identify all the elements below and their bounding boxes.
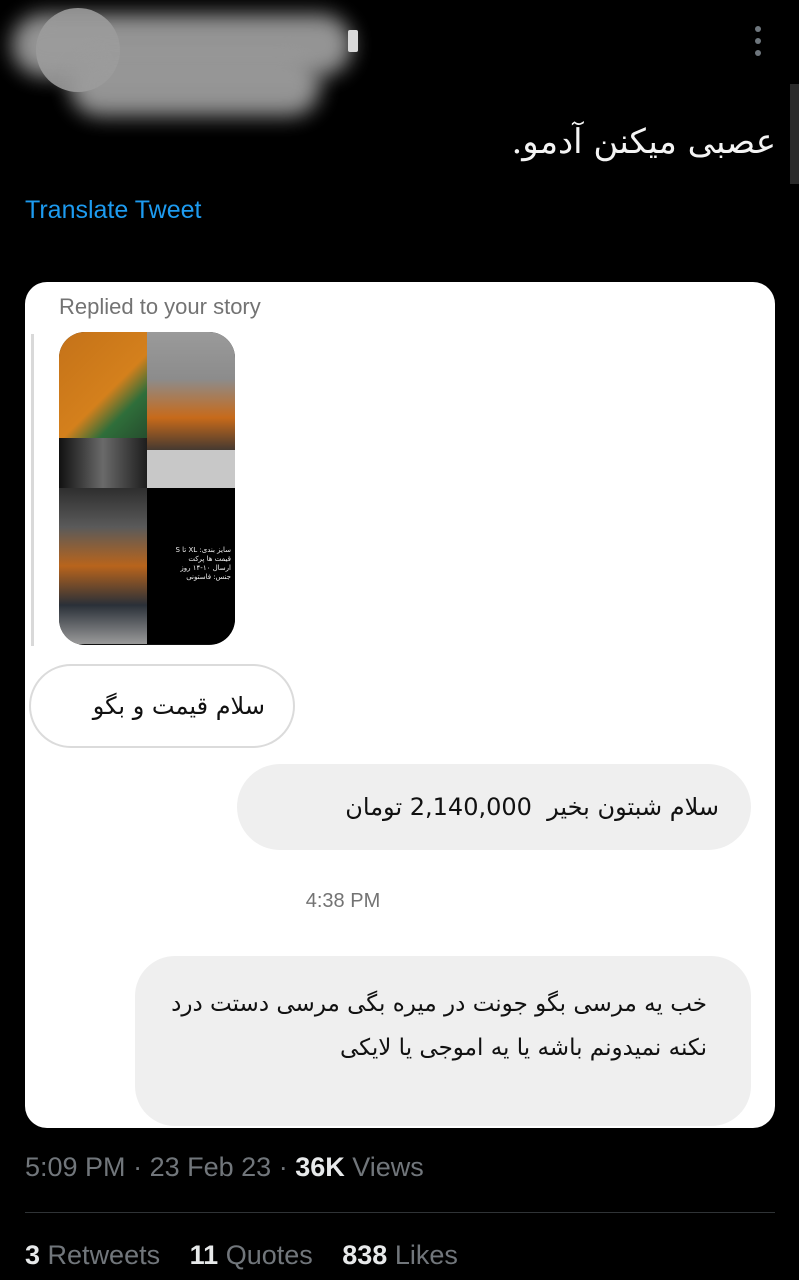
story-tile-ground [147, 450, 235, 488]
replied-to-story-label: Replied to your story [59, 294, 261, 319]
edge-artifact [790, 84, 799, 184]
story-thumbnail: سایز بندی: XL تا S قیمت ها پرکت ارسال ۱۰… [59, 332, 235, 645]
author-handle-redacted [70, 56, 320, 116]
story-tile-shoes [59, 438, 147, 488]
likes-stat[interactable]: 838 Likes [342, 1240, 458, 1270]
likes-label: Likes [394, 1240, 458, 1270]
dm-screenshot-image[interactable]: Replied to your story سایز بندی: XL تا S… [25, 282, 775, 1128]
tweet-date[interactable]: 23 Feb 23 [150, 1152, 272, 1182]
retweets-stat[interactable]: 3 Retweets [25, 1240, 160, 1270]
divider [25, 1212, 775, 1213]
message-outgoing: سلام شبتون بخیر 2,140,000 تومان [237, 764, 751, 850]
more-options-icon[interactable] [748, 26, 768, 60]
meta-separator: · [133, 1152, 150, 1182]
meta-separator: · [278, 1152, 296, 1182]
tweet-text: عصبی میکنن آدمو. [511, 122, 776, 162]
quotes-count: 11 [189, 1240, 219, 1270]
views-label: Views [352, 1152, 424, 1182]
translate-tweet-link[interactable]: Translate Tweet [25, 196, 201, 225]
retweets-count: 3 [25, 1240, 41, 1270]
message-outgoing-long: خب یه مرسی بگو جونت در میره بگی مرسی دست… [135, 956, 751, 1126]
message-timestamp: 4:38 PM [305, 890, 381, 912]
reply-indicator-bar [31, 334, 34, 646]
quotes-stat[interactable]: 11 Quotes [190, 1240, 313, 1270]
story-tile-jacket-front [59, 488, 147, 644]
views-count: 36K [295, 1152, 345, 1182]
verified-badge-fragment [348, 30, 358, 52]
likes-count: 838 [342, 1240, 388, 1270]
tweet-meta: 5:09 PM · 23 Feb 23 · 36K Views [25, 1152, 424, 1183]
quotes-label: Quotes [225, 1240, 313, 1270]
tweet-stats: 3 Retweets 11 Quotes 838 Likes [25, 1240, 480, 1271]
story-caption: سایز بندی: XL تا S قیمت ها پرکت ارسال ۱۰… [175, 546, 231, 581]
retweets-label: Retweets [47, 1240, 161, 1270]
tweet-time[interactable]: 5:09 PM [25, 1152, 126, 1182]
message-incoming: سلام قیمت و بگو [29, 664, 295, 748]
